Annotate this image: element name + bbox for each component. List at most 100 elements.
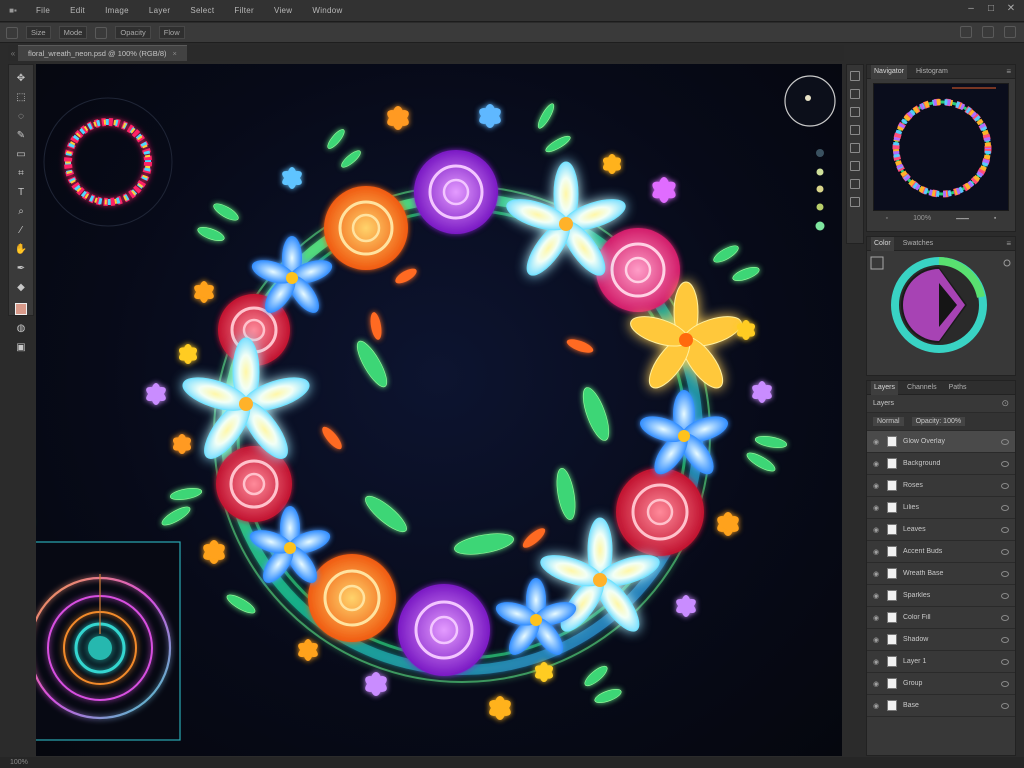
- quick-mask-icon[interactable]: ◍: [11, 319, 31, 337]
- option-flow[interactable]: Flow: [158, 26, 185, 39]
- layer-visibility-icon[interactable]: ◉: [873, 636, 881, 644]
- color-panel-menu-icon[interactable]: ≡: [1006, 239, 1011, 248]
- hand-tool-icon[interactable]: ✋: [11, 240, 31, 258]
- layer-link-icon[interactable]: [1001, 658, 1009, 665]
- layer-row[interactable]: ◉ Layer 1: [867, 651, 1015, 673]
- tab-swatches[interactable]: Swatches: [900, 237, 936, 251]
- paragraph-icon[interactable]: [850, 161, 860, 171]
- layer-visibility-icon[interactable]: ◉: [873, 592, 881, 600]
- layer-row[interactable]: ◉ Base: [867, 695, 1015, 717]
- menu-file[interactable]: File: [26, 6, 60, 15]
- collapse-arrow-icon[interactable]: «: [8, 49, 18, 58]
- menu-edit[interactable]: Edit: [60, 6, 95, 15]
- layer-row[interactable]: ◉ Accent Buds: [867, 541, 1015, 563]
- layer-link-icon[interactable]: [1001, 504, 1009, 511]
- document-tab[interactable]: floral_wreath_neon.psd @ 100% (RGB/8) ×: [18, 45, 187, 61]
- layer-row[interactable]: ◉ Color Fill: [867, 607, 1015, 629]
- layer-visibility-icon[interactable]: ◉: [873, 548, 881, 556]
- menu-view[interactable]: View: [264, 6, 302, 15]
- info-icon[interactable]: [850, 179, 860, 189]
- layer-row[interactable]: ◉ Group: [867, 673, 1015, 695]
- layer-row[interactable]: ◉ Sparkles: [867, 585, 1015, 607]
- layer-visibility-icon[interactable]: ◉: [873, 658, 881, 666]
- adjustments-icon[interactable]: [850, 107, 860, 117]
- tab-close-icon[interactable]: ×: [173, 49, 177, 58]
- tool-preset-icon[interactable]: [6, 26, 18, 39]
- menu-layer[interactable]: Layer: [139, 6, 181, 15]
- layer-link-icon[interactable]: [1001, 482, 1009, 489]
- eraser-tool-icon[interactable]: ▭: [11, 145, 31, 163]
- screen-mode-icon[interactable]: ▣: [11, 338, 31, 356]
- tab-paths[interactable]: Paths: [946, 381, 970, 395]
- option-size[interactable]: Size: [26, 26, 51, 39]
- tab-color[interactable]: Color: [871, 236, 894, 251]
- properties-icon[interactable]: [850, 89, 860, 99]
- layer-link-icon[interactable]: [1001, 438, 1009, 445]
- layer-link-icon[interactable]: [1001, 570, 1009, 577]
- zoom-in-icon[interactable]: ▪: [994, 215, 996, 223]
- brushes-icon[interactable]: [850, 125, 860, 135]
- color-wheel[interactable]: [867, 253, 1015, 373]
- shape-tool-icon[interactable]: ◆: [11, 278, 31, 296]
- layer-row[interactable]: ◉ Lilies: [867, 497, 1015, 519]
- layer-row[interactable]: ◉ Wreath Base: [867, 563, 1015, 585]
- layer-link-icon[interactable]: [1001, 548, 1009, 555]
- layer-link-icon[interactable]: [1001, 614, 1009, 621]
- layer-row[interactable]: ◉ Glow Overlay: [867, 431, 1015, 453]
- move-tool-icon[interactable]: ✥: [11, 69, 31, 87]
- menu-filter[interactable]: Filter: [224, 6, 264, 15]
- layer-visibility-icon[interactable]: ◉: [873, 482, 881, 490]
- opacity-field[interactable]: Opacity: 100%: [911, 417, 966, 426]
- layer-link-icon[interactable]: [1001, 636, 1009, 643]
- tab-navigator[interactable]: Navigator: [871, 64, 907, 79]
- history-icon[interactable]: [850, 71, 860, 81]
- type-tool-icon[interactable]: T: [11, 183, 31, 201]
- layer-row[interactable]: ◉ Roses: [867, 475, 1015, 497]
- document-canvas[interactable]: [36, 64, 842, 756]
- option-mode[interactable]: Mode: [58, 26, 88, 39]
- option-opacity[interactable]: Opacity: [115, 26, 151, 39]
- lasso-tool-icon[interactable]: ◌: [11, 107, 31, 125]
- character-icon[interactable]: [850, 143, 860, 153]
- minimize-button[interactable]: –: [966, 4, 976, 14]
- layer-visibility-icon[interactable]: ◉: [873, 680, 881, 688]
- layer-row[interactable]: ◉ Shadow: [867, 629, 1015, 651]
- navigator-thumbnail[interactable]: [873, 83, 1009, 211]
- layer-row[interactable]: ◉ Background: [867, 453, 1015, 475]
- layer-row[interactable]: ◉ Leaves: [867, 519, 1015, 541]
- layer-link-icon[interactable]: [1001, 702, 1009, 709]
- layer-link-icon[interactable]: [1001, 592, 1009, 599]
- close-window-button[interactable]: ✕: [1006, 4, 1016, 14]
- airbrush-icon[interactable]: [95, 26, 108, 39]
- menu-select[interactable]: Select: [180, 6, 224, 15]
- layer-link-icon[interactable]: [1001, 460, 1009, 467]
- workspace-icon[interactable]: [982, 26, 994, 38]
- layer-visibility-icon[interactable]: ◉: [873, 702, 881, 710]
- app-logo-icon[interactable]: ■▪: [0, 6, 26, 15]
- layer-visibility-icon[interactable]: ◉: [873, 614, 881, 622]
- menu-image[interactable]: Image: [95, 6, 139, 15]
- eyedropper-tool-icon[interactable]: ⁄: [11, 221, 31, 239]
- panel-menu-icon[interactable]: ≡: [1006, 67, 1011, 76]
- layer-visibility-icon[interactable]: ◉: [873, 460, 881, 468]
- layers-menu-icon[interactable]: ⊙: [1001, 398, 1009, 409]
- marquee-tool-icon[interactable]: ⬚: [11, 88, 31, 106]
- layer-visibility-icon[interactable]: ◉: [873, 504, 881, 512]
- zoom-tool-icon[interactable]: ⌕: [11, 202, 31, 220]
- crop-tool-icon[interactable]: ⌗: [11, 164, 31, 182]
- layer-visibility-icon[interactable]: ◉: [873, 570, 881, 578]
- foreground-color-swatch[interactable]: [11, 300, 31, 318]
- search-icon[interactable]: [960, 26, 972, 38]
- layer-visibility-icon[interactable]: ◉: [873, 438, 881, 446]
- layer-visibility-icon[interactable]: ◉: [873, 526, 881, 534]
- tab-layers[interactable]: Layers: [871, 380, 899, 395]
- tab-histogram[interactable]: Histogram: [913, 65, 951, 79]
- tab-channels[interactable]: Channels: [904, 381, 940, 395]
- zoom-slider[interactable]: ━━━: [956, 215, 969, 223]
- blend-mode-select[interactable]: Normal: [873, 417, 904, 426]
- actions-icon[interactable]: [850, 197, 860, 207]
- share-icon[interactable]: [1004, 26, 1016, 38]
- zoom-out-icon[interactable]: ▫: [886, 215, 888, 223]
- brush-tool-icon[interactable]: ✎: [11, 126, 31, 144]
- maximize-button[interactable]: □: [986, 4, 996, 14]
